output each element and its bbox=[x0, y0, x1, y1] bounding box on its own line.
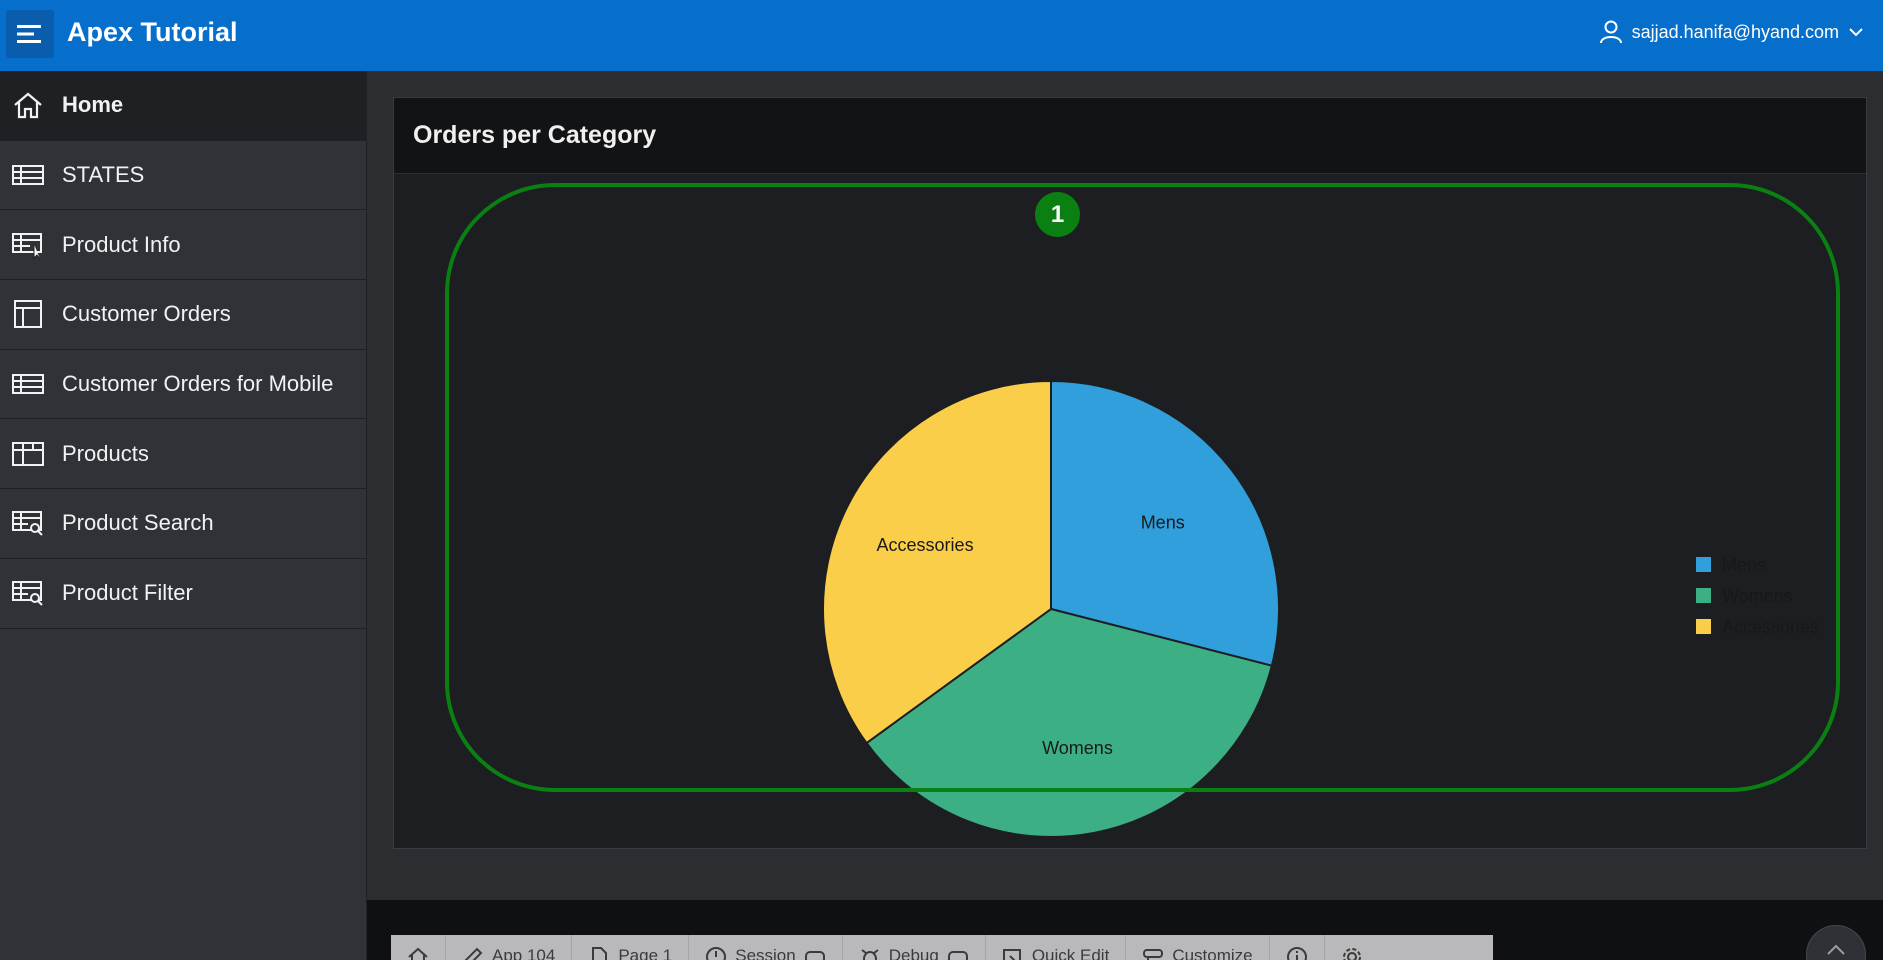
toggle-icon bbox=[947, 951, 968, 960]
dev-session-button[interactable]: Session bbox=[689, 935, 843, 960]
sidebar-item-label: Customer Orders bbox=[62, 301, 231, 327]
info-icon bbox=[1286, 947, 1307, 960]
annotation-badge: 1 bbox=[1035, 192, 1080, 237]
sidebar-nav: Home STATES Product Info Customer Orders bbox=[0, 71, 367, 960]
menu-toggle-button[interactable] bbox=[6, 10, 54, 58]
edit-icon bbox=[464, 947, 483, 960]
bug-icon bbox=[861, 949, 879, 960]
chart-region: Orders per Category Mens Womens Accessorie… bbox=[393, 97, 1867, 849]
table-search-icon bbox=[12, 511, 43, 537]
table-icon bbox=[12, 374, 44, 395]
table-search-icon bbox=[12, 581, 43, 606]
dev-quick-edit-button[interactable]: Quick Edit bbox=[986, 935, 1127, 960]
clock-icon bbox=[706, 947, 727, 960]
hamburger-icon bbox=[17, 25, 41, 43]
main-content: Orders per Category Mens Womens Accessorie… bbox=[367, 71, 1883, 900]
sidebar-item-label: Product Search bbox=[62, 510, 214, 536]
sidebar-item-label: Products bbox=[62, 440, 149, 466]
sidebar-item-customer-orders-mobile[interactable]: Customer Orders for Mobile bbox=[0, 350, 366, 420]
user-name: sajjad.hanifa@hyand.com bbox=[1631, 21, 1839, 42]
home-icon bbox=[408, 947, 428, 960]
dev-session-label: Session bbox=[735, 946, 796, 960]
legend-label-womens[interactable]: Womens bbox=[1722, 586, 1793, 606]
gear-icon bbox=[1342, 948, 1361, 960]
dev-debug-button[interactable]: Debug bbox=[843, 935, 986, 960]
pie-label-womens: Womens bbox=[1042, 738, 1113, 758]
sidebar-item-label: STATES bbox=[62, 162, 145, 188]
dev-page-label: Page 1 bbox=[618, 946, 673, 960]
table-icon bbox=[12, 165, 44, 186]
sidebar-item-states[interactable]: STATES bbox=[0, 141, 366, 211]
sidebar-item-product-filter[interactable]: Product Filter bbox=[0, 559, 366, 629]
grid-icon bbox=[12, 441, 44, 466]
dev-customize-label: Customize bbox=[1172, 946, 1253, 960]
legend-label-accessories[interactable]: Accessories bbox=[1722, 617, 1819, 637]
user-menu[interactable]: sajjad.hanifa@hyand.com bbox=[1599, 20, 1863, 44]
layout-icon bbox=[14, 300, 42, 329]
app-header: Apex Tutorial sajjad.hanifa@hyand.com bbox=[0, 0, 1883, 71]
sidebar-item-product-search[interactable]: Product Search bbox=[0, 489, 366, 559]
dev-customize-button[interactable]: Customize bbox=[1126, 935, 1270, 960]
developer-toolbar: App 104 Page 1 Session Debug Quick Edit … bbox=[391, 935, 1493, 960]
dev-settings-button[interactable] bbox=[1325, 935, 1379, 960]
sidebar-item-label: Home bbox=[62, 92, 124, 118]
sidebar-item-customer-orders[interactable]: Customer Orders bbox=[0, 280, 366, 350]
customize-icon bbox=[1143, 949, 1164, 960]
dev-quick-edit-label: Quick Edit bbox=[1031, 946, 1110, 960]
legend-swatch-mens[interactable] bbox=[1696, 557, 1711, 572]
chevron-down-icon bbox=[1849, 28, 1863, 37]
sidebar-item-home[interactable]: Home bbox=[0, 71, 366, 141]
chevron-icon bbox=[804, 951, 825, 960]
pie-label-mens: Mens bbox=[1141, 512, 1185, 532]
region-title: Orders per Category bbox=[413, 121, 657, 149]
table-edit-icon bbox=[12, 232, 42, 259]
dev-page-button[interactable]: Page 1 bbox=[572, 935, 690, 960]
legend-swatch-accessories[interactable] bbox=[1696, 619, 1711, 634]
sidebar-item-label: Customer Orders for Mobile bbox=[62, 371, 334, 397]
dev-app-button[interactable]: App 104 bbox=[446, 935, 573, 960]
quick-edit-icon bbox=[1002, 949, 1021, 960]
chevron-up-icon bbox=[1827, 944, 1845, 955]
dev-info-button[interactable] bbox=[1270, 935, 1325, 960]
dev-app-label: App 104 bbox=[492, 946, 556, 960]
dev-home-button[interactable] bbox=[391, 935, 446, 960]
sidebar-item-label: Product Filter bbox=[62, 580, 193, 606]
dev-debug-label: Debug bbox=[888, 946, 939, 960]
home-icon bbox=[14, 92, 42, 119]
legend-label-mens[interactable]: Mens bbox=[1722, 555, 1766, 575]
sidebar-item-product-info[interactable]: Product Info bbox=[0, 210, 366, 281]
app-title[interactable]: Apex Tutorial bbox=[67, 17, 238, 48]
page-icon bbox=[592, 947, 608, 960]
user-icon bbox=[1599, 20, 1622, 44]
region-header: Orders per Category bbox=[394, 98, 1866, 174]
legend-swatch-womens[interactable] bbox=[1696, 588, 1711, 603]
pie-chart: Mens Womens Accessories Mens Womens Accessori… bbox=[822, 379, 1819, 838]
sidebar-item-label: Product Info bbox=[62, 231, 181, 257]
sidebar-item-products[interactable]: Products bbox=[0, 419, 366, 490]
pie-label-accessories: Accessories bbox=[877, 535, 974, 555]
